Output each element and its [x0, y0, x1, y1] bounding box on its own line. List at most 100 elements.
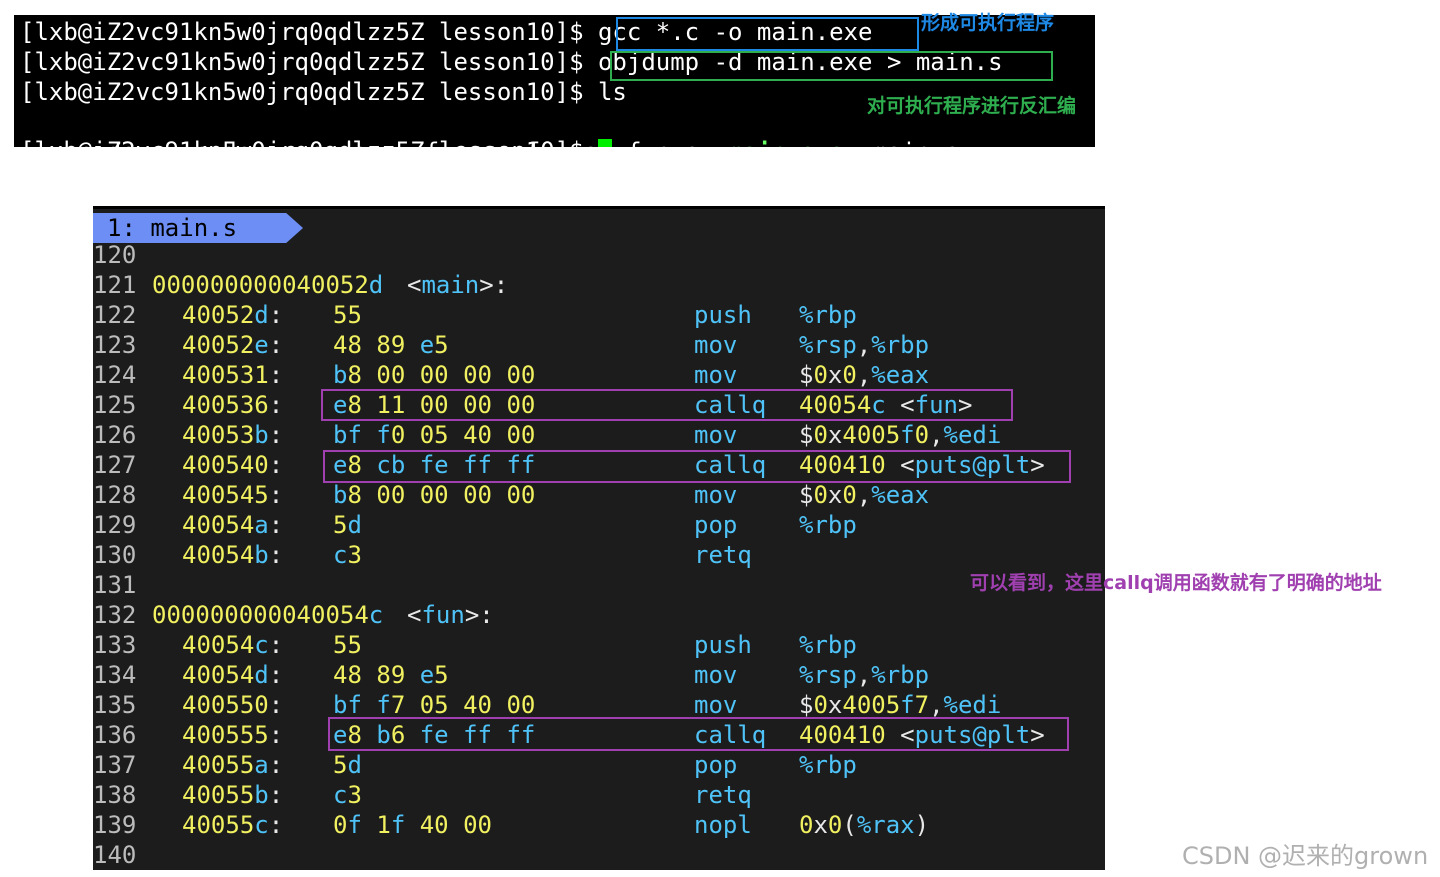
machine-bytes: e8 b6 fe ff ff: [333, 721, 536, 749]
machine-bytes: 55: [333, 631, 362, 659]
annotation-compile: 形成可执行程序: [921, 12, 1055, 34]
line-number: 129: [93, 511, 137, 539]
command-gcc: gcc *.c -o main.exe: [597, 18, 873, 46]
line-number: 134: [93, 661, 137, 689]
file-entry: fun.s: [627, 138, 699, 147]
machine-bytes: 48 89 e5: [333, 331, 449, 359]
line-number: 127: [93, 451, 137, 479]
line-number: 135: [93, 691, 137, 719]
operands: $0x0,%eax: [799, 481, 930, 509]
tab-bar: 1: main.s: [93, 206, 1105, 243]
terminal-line-partial: [lxb@iZ2vc91kn5w0jrq0qdlzz5Z lesson10]$: [20, 136, 612, 147]
editor-terminal: 1: main.s 120 121 000000000040052d <main>: 1…: [93, 206, 1105, 870]
instruction-address: 400550:: [182, 691, 284, 719]
mnemonic: push: [694, 631, 752, 659]
mnemonic: callq: [694, 721, 767, 749]
line-number: 122: [93, 301, 137, 329]
symbol-address: 000000000040054c: [152, 601, 384, 629]
machine-bytes: c3: [333, 541, 362, 569]
instruction-address: 400540:: [182, 451, 284, 479]
operands: %rbp: [799, 751, 857, 779]
line-number: 130: [93, 541, 137, 569]
operands: %rbp: [799, 511, 857, 539]
line-number: 131: [93, 571, 137, 599]
line-number: 126: [93, 421, 137, 449]
mnemonic: mov: [694, 481, 738, 509]
mnemonic: mov: [694, 421, 738, 449]
shell-prompt: [lxb@iZ2vc91kn5w0jrq0qdlzz5Z lesson10]$: [20, 78, 598, 106]
annotation-callq-address: 可以看到，这里callq调用函数就有了明确的地址: [970, 572, 1382, 594]
instruction-address: 40054b:: [182, 541, 284, 569]
machine-bytes: e8 11 00 00 00: [333, 391, 536, 419]
file-entry-executable: main.exe: [728, 138, 844, 147]
line-number: 136: [93, 721, 137, 749]
machine-bytes: bf f7 05 40 00: [333, 691, 536, 719]
line-number: 137: [93, 751, 137, 779]
line-number: 139: [93, 811, 137, 839]
line-number: 140: [93, 841, 137, 869]
line-number: 121: [93, 271, 137, 299]
watermark: CSDN @迟来的grown: [1182, 842, 1429, 870]
operands: 0x0(%rax): [799, 811, 930, 839]
shell-prompt: [lxb@iZ2vc91kn5w0jrq0qdlzz5Z lesson10]$: [20, 48, 598, 76]
ls-output: code.c code.o code.s fun.c fun.o fun.s m…: [20, 107, 960, 147]
operands: 400410 <puts@plt>: [799, 451, 1045, 479]
operands: 40054c <fun>: [799, 391, 973, 419]
symbol-name: <fun>:: [407, 601, 494, 629]
instruction-address: 40052e:: [182, 331, 284, 359]
line-number: 120: [93, 241, 137, 269]
tab-main-s[interactable]: 1: main.s: [93, 213, 303, 243]
line-number: 128: [93, 481, 137, 509]
mnemonic: push: [694, 301, 752, 329]
machine-bytes: 55: [333, 301, 362, 329]
mnemonic: nopl: [694, 811, 752, 839]
instruction-address: 40053b:: [182, 421, 284, 449]
machine-bytes: bf f0 05 40 00: [333, 421, 536, 449]
machine-bytes: 5d: [333, 751, 362, 779]
operands: %rbp: [799, 631, 857, 659]
line-number: 125: [93, 391, 137, 419]
instruction-address: 40055b:: [182, 781, 284, 809]
operands: $0x0,%eax: [799, 361, 930, 389]
instruction-address: 40054c:: [182, 631, 284, 659]
instruction-address: 40054d:: [182, 661, 284, 689]
mnemonic: callq: [694, 391, 767, 419]
operands: %rbp: [799, 301, 857, 329]
line-number: 138: [93, 781, 137, 809]
mnemonic: retq: [694, 781, 752, 809]
terminal-line-2: [lxb@iZ2vc91kn5w0jrq0qdlzz5Z lesson10]$ …: [20, 47, 1003, 77]
instruction-address: 400536:: [182, 391, 284, 419]
line-number: 133: [93, 631, 137, 659]
instruction-address: 40052d:: [182, 301, 284, 329]
operands: %rsp,%rbp: [799, 661, 930, 689]
instruction-address: 400545:: [182, 481, 284, 509]
terminal-line-1: [lxb@iZ2vc91kn5w0jrq0qdlzz5Z lesson10]$ …: [20, 17, 873, 47]
line-number: 124: [93, 361, 137, 389]
annotation-disassemble: 对可执行程序进行反汇编: [867, 95, 1077, 117]
shell-prompt: [lxb@iZ2vc91kn5w0jrq0qdlzz5Z lesson10]$: [20, 18, 598, 46]
mnemonic: retq: [694, 541, 752, 569]
cursor-block: [597, 139, 612, 147]
operands: $0x4005f0,%edi: [799, 421, 1002, 449]
machine-bytes: 5d: [333, 511, 362, 539]
command-ls: ls: [597, 78, 627, 106]
instruction-address: 40055a:: [182, 751, 284, 779]
machine-bytes: b8 00 00 00 00: [333, 481, 536, 509]
mnemonic: callq: [694, 451, 767, 479]
symbol-address: 000000000040052d: [152, 271, 384, 299]
operands: 400410 <puts@plt>: [799, 721, 1045, 749]
operands: %rsp,%rbp: [799, 331, 930, 359]
terminal-line-3: [lxb@iZ2vc91kn5w0jrq0qdlzz5Z lesson10]$ …: [20, 77, 627, 107]
command-objdump: objdump -d main.exe > main.s: [597, 48, 1003, 76]
line-number: 132: [93, 601, 137, 629]
symbol-name: <main>:: [407, 271, 509, 299]
shell-prompt: [lxb@iZ2vc91kn5w0jrq0qdlzz5Z lesson10]$: [20, 137, 598, 147]
machine-bytes: 48 89 e5: [333, 661, 449, 689]
mnemonic: mov: [694, 331, 738, 359]
machine-bytes: 0f 1f 40 00: [333, 811, 492, 839]
mnemonic: mov: [694, 661, 738, 689]
instruction-address: 40054a:: [182, 511, 284, 539]
instruction-address: 400555:: [182, 721, 284, 749]
machine-bytes: e8 cb fe ff ff: [333, 451, 536, 479]
mnemonic: mov: [694, 691, 738, 719]
